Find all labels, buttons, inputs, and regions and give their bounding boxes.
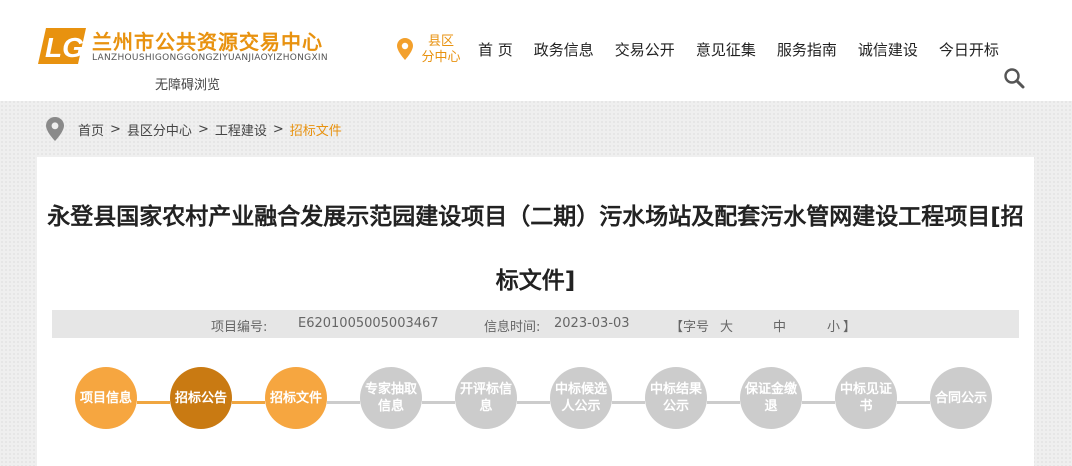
main-nav: 首 页 政务信息 交易公开 意见征集 服务指南 诚信建设 今日开标 [478,39,999,61]
step-connector [422,401,455,404]
step-label: 保证金缴退 [745,382,798,414]
step-award-certificate[interactable]: 中标见证书 [835,367,897,429]
breadcrumb-county-subcenter[interactable]: 县区分中心 [127,120,192,139]
logo-chinese-name: 兰州市公共资源交易中心 [92,30,323,54]
step-connector [612,401,645,404]
logo-mark-icon: LG [38,28,86,64]
location-pin-icon [397,38,413,60]
step-connector [802,401,835,404]
breadcrumb-separator: > [110,121,121,137]
process-steps: 项目信息 招标公告 招标文件 专家抽取信息 开评标信息 中标候选人公示 中标结果公示 保证金缴… [37,367,1034,437]
accessibility-link[interactable]: 无障碍浏览 [155,74,220,93]
article-meta-bar: 项目编号: E6201005005003467 信息时间: 2023-03-03… [52,310,1019,338]
step-connector [707,401,740,404]
font-size-small-button[interactable]: 小 [827,316,840,335]
step-label: 项目信息 [80,390,133,406]
font-size-suffix: 】 [843,320,857,335]
breadcrumb-pin-icon [46,117,64,141]
step-connector [897,401,930,404]
step-label: 开评标信息 [460,382,513,414]
info-time-value: 2023-03-03 [554,316,630,331]
info-time-label: 信息时间: [484,320,541,335]
breadcrumb-home[interactable]: 首页 [78,120,104,139]
step-connector [517,401,550,404]
region-label: 县区 分中心 [419,34,463,66]
breadcrumb-engineering[interactable]: 工程建设 [215,120,267,139]
article-card: 永登县国家农村产业融合发展示范园建设项目（二期）污水场站及配套污水管网建设工程项… [37,157,1034,466]
search-icon[interactable] [1003,67,1025,89]
site-logo[interactable]: LG 兰州市公共资源交易中心 LANZHOUSHIGONGGONGZIYUANJ… [38,26,368,70]
step-label: 中标结果公示 [650,382,703,414]
nav-credit-building[interactable]: 诚信建设 [858,39,918,61]
font-size-medium-button[interactable]: 中 [773,316,786,335]
site-header: LG 兰州市公共资源交易中心 LANZHOUSHIGONGGONGZIYUANJ… [0,0,1072,101]
step-label: 中标见证书 [840,382,893,414]
project-number-label: 项目编号: [211,320,268,335]
step-connector [232,401,265,404]
article-title: 永登县国家农村产业融合发展示范园建设项目（二期）污水场站及配套污水管网建设工程项… [47,204,1024,294]
step-award-result[interactable]: 中标结果公示 [645,367,707,429]
breadcrumb-current: 招标文件 [289,123,342,139]
font-size-large-button[interactable]: 大 [720,316,733,335]
step-tender-notice[interactable]: 招标公告 [170,367,232,429]
step-tender-documents[interactable]: 招标文件 [265,367,327,429]
step-connector [327,401,360,404]
logo-english-name: LANZHOUSHIGONGGONGZIYUANJIAOYIZHONGXIN [92,53,328,63]
step-deposit-refund[interactable]: 保证金缴退 [740,367,802,429]
step-connector [137,401,170,404]
font-size-prefix: 【字号 [670,320,710,335]
step-label: 招标文件 [270,390,323,406]
step-label: 专家抽取信息 [365,382,418,414]
step-contract-publicity[interactable]: 合同公示 [930,367,992,429]
breadcrumb-separator: > [272,121,284,137]
nav-home[interactable]: 首 页 [478,39,513,61]
nav-today-bid-opening[interactable]: 今日开标 [939,39,999,61]
nav-transaction-disclosure[interactable]: 交易公开 [615,39,675,61]
nav-government-info[interactable]: 政务信息 [534,39,594,61]
county-subcenter-link[interactable]: 县区 分中心 [397,34,467,70]
step-label: 合同公示 [935,390,988,406]
nav-opinion-collection[interactable]: 意见征集 [696,39,756,61]
region-label-line1: 县区 [427,34,454,49]
step-label: 中标候选人公示 [555,382,608,414]
step-bid-opening-info[interactable]: 开评标信息 [455,367,517,429]
step-project-info[interactable]: 项目信息 [75,367,137,429]
step-expert-selection[interactable]: 专家抽取信息 [360,367,422,429]
breadcrumb: 首页 > 县区分中心 > 工程建设 > 招标文件 [46,116,342,142]
nav-service-guide[interactable]: 服务指南 [777,39,837,61]
step-candidate-publicity[interactable]: 中标候选人公示 [550,367,612,429]
region-label-line2: 分中心 [421,50,461,65]
project-number-value: E6201005005003467 [298,316,439,331]
breadcrumb-separator: > [197,121,209,137]
step-label: 招标公告 [175,390,228,406]
svg-text:LG: LG [45,32,84,63]
